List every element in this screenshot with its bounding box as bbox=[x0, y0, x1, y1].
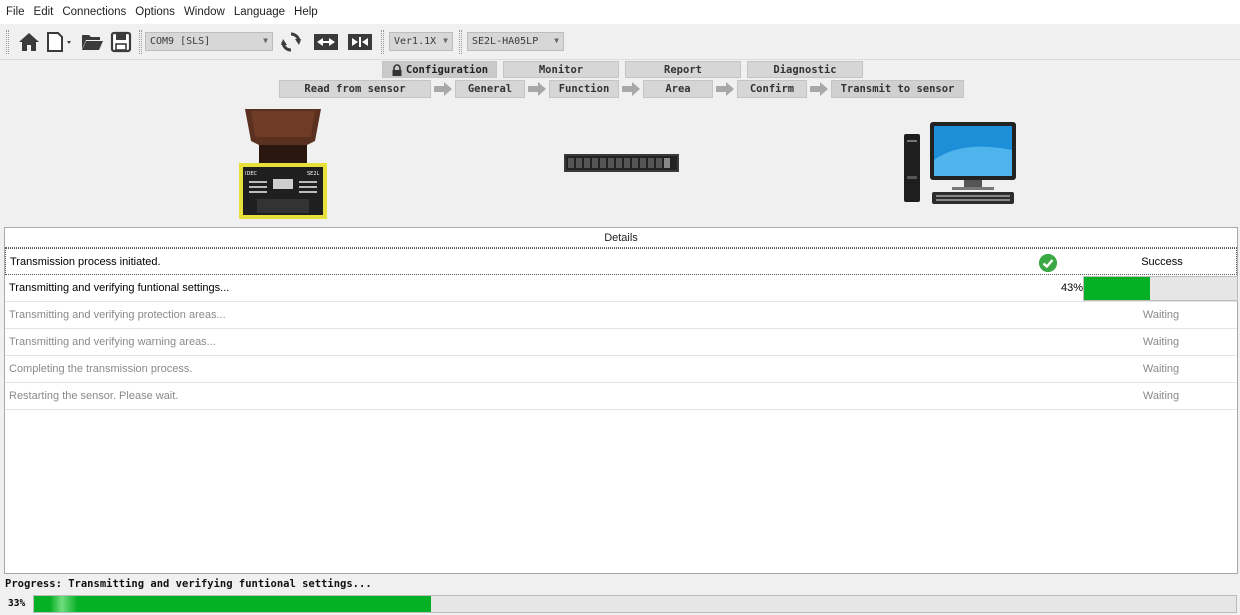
detail-row-status: Waiting bbox=[1142, 390, 1180, 402]
brand-label: IDEC bbox=[245, 171, 257, 177]
toolbar-grip[interactable] bbox=[6, 30, 9, 54]
detail-row-progress-fill bbox=[1084, 277, 1150, 300]
menu-language[interactable]: Language bbox=[234, 6, 285, 18]
chevron-down-icon: ▼ bbox=[554, 36, 559, 45]
menu-file[interactable]: File bbox=[6, 6, 25, 18]
tab-report[interactable]: Report bbox=[625, 61, 741, 78]
connect-button[interactable] bbox=[311, 28, 341, 56]
detail-row-percent: 43% bbox=[1061, 282, 1084, 294]
version-select-value: Ver1.1X bbox=[394, 36, 437, 47]
tab-configuration[interactable]: Configuration bbox=[382, 61, 497, 78]
model-select[interactable]: SE2L-HA05LP ▼ bbox=[467, 32, 564, 51]
detail-row-text: Completing the transmission process. bbox=[9, 363, 193, 375]
folder-open-icon bbox=[82, 35, 103, 50]
detail-row: Completing the transmission process. Wai… bbox=[5, 356, 1237, 383]
transfer-indicator bbox=[564, 154, 679, 172]
home-icon bbox=[19, 33, 39, 51]
model-select-value: SE2L-HA05LP bbox=[472, 36, 539, 47]
model-label: SE2L bbox=[307, 171, 320, 177]
toolbar: COM9 [SLS] ▼ Ver1.1X ▼ SE2L-HA05LP ▼ bbox=[0, 24, 1240, 60]
lock-icon bbox=[392, 63, 402, 76]
step-transmit-to-sensor[interactable]: Transmit to sensor bbox=[831, 80, 964, 98]
detail-row-text: Transmitting and verifying funtional set… bbox=[9, 282, 230, 294]
tab-report-label: Report bbox=[664, 63, 702, 76]
overall-progress-fill bbox=[34, 596, 431, 612]
detail-row: Transmitting and verifying protection ar… bbox=[5, 302, 1237, 329]
detail-row-progress-bar bbox=[1083, 276, 1238, 301]
step-label: Read from sensor bbox=[304, 83, 406, 95]
step-label: Function bbox=[558, 83, 610, 95]
arrow-right-icon bbox=[434, 82, 452, 96]
toolbar-grip[interactable] bbox=[139, 30, 142, 54]
refresh-icon bbox=[281, 32, 301, 52]
details-header: Details bbox=[5, 228, 1237, 248]
step-area[interactable]: Area bbox=[643, 80, 713, 98]
disconnect-button[interactable] bbox=[345, 28, 375, 56]
step-read-from-sensor[interactable]: Read from sensor bbox=[279, 80, 431, 98]
detail-row-text: Transmission process initiated. bbox=[10, 255, 161, 268]
details-panel: Details Transmission process initiated. … bbox=[4, 227, 1238, 574]
save-button[interactable] bbox=[108, 28, 134, 56]
step-function[interactable]: Function bbox=[549, 80, 619, 98]
detail-row-status: Waiting bbox=[1142, 336, 1180, 348]
check-icon bbox=[1039, 254, 1057, 272]
detail-row: Restarting the sensor. Please wait. Wait… bbox=[5, 383, 1237, 410]
version-select[interactable]: Ver1.1X ▼ bbox=[389, 32, 453, 51]
new-file-icon bbox=[47, 32, 71, 52]
step-label: Transmit to sensor bbox=[840, 83, 955, 95]
computer-image bbox=[904, 122, 1016, 204]
menu-connections[interactable]: Connections bbox=[62, 6, 126, 18]
overall-progress-bar bbox=[33, 595, 1237, 613]
menu-options[interactable]: Options bbox=[135, 6, 175, 18]
tab-monitor-label: Monitor bbox=[538, 63, 584, 76]
toolbar-grip[interactable] bbox=[459, 30, 462, 54]
detail-row-status: Waiting bbox=[1142, 309, 1180, 321]
arrow-right-icon bbox=[810, 82, 828, 96]
chevron-down-icon: ▼ bbox=[263, 36, 268, 45]
detail-row-text: Transmitting and verifying warning areas… bbox=[9, 336, 216, 348]
tab-configuration-label: Configuration bbox=[405, 63, 489, 76]
detail-row-text: Restarting the sensor. Please wait. bbox=[9, 390, 179, 402]
step-label: General bbox=[467, 83, 513, 95]
detail-row-text: Transmitting and verifying protection ar… bbox=[9, 309, 226, 321]
tab-monitor[interactable]: Monitor bbox=[503, 61, 619, 78]
port-select[interactable]: COM9 [SLS] ▼ bbox=[145, 32, 273, 51]
detail-row-status: Success bbox=[1141, 255, 1183, 268]
connect-icon bbox=[314, 34, 338, 50]
home-button[interactable] bbox=[14, 28, 44, 56]
menu-window[interactable]: Window bbox=[184, 6, 225, 18]
arrow-right-icon bbox=[716, 82, 734, 96]
menu-edit[interactable]: Edit bbox=[34, 6, 54, 18]
detail-row: Transmitting and verifying funtional set… bbox=[5, 275, 1238, 302]
toolbar-grip[interactable] bbox=[381, 30, 384, 54]
menu-help[interactable]: Help bbox=[294, 6, 318, 18]
app-window: File Edit Connections Options Window Lan… bbox=[0, 0, 1240, 615]
chevron-down-icon: ▼ bbox=[443, 36, 448, 45]
arrow-right-icon bbox=[528, 82, 546, 96]
port-select-value: COM9 [SLS] bbox=[150, 36, 211, 47]
menu-bar: File Edit Connections Options Window Lan… bbox=[0, 0, 1240, 24]
refresh-button[interactable] bbox=[278, 28, 304, 56]
status-percent: 33% bbox=[8, 598, 26, 609]
arrow-right-icon bbox=[622, 82, 640, 96]
disconnect-icon bbox=[348, 34, 372, 50]
detail-row-status: Waiting bbox=[1142, 363, 1180, 375]
tab-diagnostic[interactable]: Diagnostic bbox=[747, 61, 863, 78]
detail-row: Transmission process initiated. Success bbox=[5, 248, 1237, 275]
save-icon bbox=[110, 31, 132, 53]
tab-diagnostic-label: Diagnostic bbox=[773, 63, 837, 76]
status-label: Progress: Transmitting and verifying fun… bbox=[5, 578, 372, 590]
new-file-button[interactable] bbox=[44, 28, 76, 56]
step-confirm[interactable]: Confirm bbox=[737, 80, 807, 98]
step-label: Area bbox=[665, 83, 691, 95]
step-label: Confirm bbox=[749, 83, 795, 95]
sensor-device-image: IDEC SE2L bbox=[239, 109, 327, 219]
open-folder-button[interactable] bbox=[78, 28, 106, 56]
step-general[interactable]: General bbox=[455, 80, 525, 98]
detail-row: Transmitting and verifying warning areas… bbox=[5, 329, 1237, 356]
